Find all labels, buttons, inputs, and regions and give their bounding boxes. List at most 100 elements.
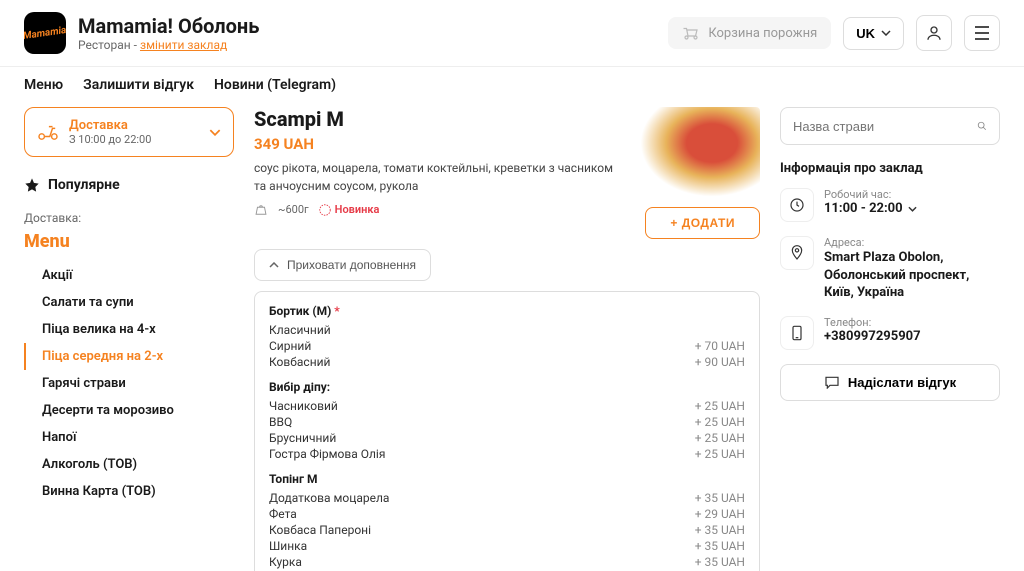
addon-price: + 70 UAH	[695, 339, 745, 353]
category-item[interactable]: Піца велика на 4-х	[24, 316, 234, 343]
addon-name: Фета	[269, 507, 297, 521]
feedback-label: Надіслати відгук	[848, 375, 956, 390]
nav-tabs: Меню Залишити відгук Новини (Telegram)	[0, 67, 1024, 107]
addon-group: Топінг M Додаткова моцарела + 35 UAH Фета +…	[269, 472, 745, 571]
new-icon	[319, 204, 331, 216]
cart-icon	[682, 25, 700, 41]
addon-price: + 25 UAH	[695, 431, 745, 445]
search-icon	[977, 118, 987, 134]
category-item[interactable]: Алкоголь (ТОВ)	[24, 451, 234, 478]
product-price: 349 UAH	[254, 135, 628, 153]
category-item[interactable]: Гарячі страви	[24, 370, 234, 397]
addon-price: + 29 UAH	[695, 507, 745, 521]
scooter-icon	[37, 123, 59, 141]
category-item[interactable]: Салати та супи	[24, 289, 234, 316]
menu-burger-button[interactable]	[964, 15, 1000, 51]
delivery-label: Доставка	[69, 118, 199, 133]
addon-option[interactable]: Фета + 29 UAH	[269, 506, 745, 522]
toggle-addons-label: Приховати доповнення	[287, 258, 416, 272]
search-box[interactable]	[780, 107, 1000, 145]
language-selector[interactable]: UK	[843, 17, 904, 50]
delivery-time: З 10:00 до 22:00	[69, 133, 199, 146]
weight-icon	[254, 204, 268, 216]
phone-icon-box	[780, 316, 814, 350]
addon-option[interactable]: Сирний + 70 UAH	[269, 338, 745, 354]
addon-name: Ковбаса Папероні	[269, 523, 371, 537]
cart-label: Корзина порожня	[708, 26, 817, 41]
search-input[interactable]	[793, 119, 969, 134]
addon-name: Часниковий	[269, 399, 338, 413]
category-item[interactable]: Десерти та морозиво	[24, 397, 234, 424]
addon-price: + 35 UAH	[695, 555, 745, 569]
phone-icon	[789, 325, 805, 341]
toggle-addons-button[interactable]: Приховати доповнення	[254, 249, 431, 281]
addon-option[interactable]: Часниковий + 25 UAH	[269, 398, 745, 414]
category-item[interactable]: Винна Карта (ТОВ)	[24, 478, 234, 505]
cart-button[interactable]: Корзина порожня	[668, 17, 831, 49]
addon-name: Гостра Фірмова Олія	[269, 447, 385, 461]
sidebar-delivery-label: Доставка:	[24, 211, 234, 225]
addon-name: Класичний	[269, 323, 331, 337]
subtitle-prefix: Ресторан -	[78, 38, 140, 52]
phone-value[interactable]: +380997295907	[824, 329, 921, 344]
chevron-down-icon	[908, 206, 917, 212]
popular-label: Популярне	[48, 177, 120, 193]
addon-option[interactable]: Ковбасний + 90 UAH	[269, 354, 745, 370]
addon-price: + 25 UAH	[695, 399, 745, 413]
send-feedback-button[interactable]: Надіслати відгук	[780, 364, 1000, 401]
addon-option[interactable]: Класичний	[269, 322, 745, 338]
addons-panel: Бортик (M) *КласичнийСирний+ 70 UAHКовба…	[254, 291, 760, 571]
category-list: АкціїСалати та супиПіца велика на 4-хПіц…	[24, 262, 234, 505]
addon-option[interactable]: Брусничний+ 25 UAH	[269, 430, 745, 446]
category-item[interactable]: Акції	[24, 262, 234, 289]
addon-option[interactable]: Гостра Фірмова Олія + 25 UAH	[269, 446, 745, 462]
clock-icon	[789, 197, 805, 213]
addon-name: Ковбасний	[269, 355, 330, 369]
addon-name: Додаткова моцарела	[269, 491, 389, 505]
restaurant-title: Mamamia! Оболонь	[78, 14, 656, 38]
star-icon	[24, 177, 40, 193]
address-label: Адреса:	[824, 236, 1000, 249]
change-restaurant-link[interactable]: змінити заклад	[140, 38, 227, 52]
restaurant-logo: Mamamia	[24, 12, 66, 54]
hours-value[interactable]: 11:00 - 22:00	[824, 201, 917, 216]
delivery-selector[interactable]: Доставка З 10:00 до 22:00	[24, 107, 234, 157]
category-item[interactable]: Піца середня на 2-х	[24, 343, 234, 370]
nav-menu[interactable]: Меню	[24, 77, 63, 93]
addon-option[interactable]: Шинка+ 35 UAH	[269, 538, 745, 554]
addon-name: Курка	[269, 555, 302, 569]
addon-name: Сирний	[269, 339, 311, 353]
pin-icon-box	[780, 236, 814, 270]
addon-price: + 35 UAH	[695, 539, 745, 553]
product-weight: ~600г	[278, 203, 309, 216]
add-to-cart-button[interactable]: + ДОДАТИ	[645, 207, 760, 239]
nav-review[interactable]: Залишити відгук	[83, 77, 194, 93]
phone-label: Телефон:	[824, 316, 921, 329]
addon-group: Вибір діпу: Часниковий+ 25 UAHBBQ+ 25 UA…	[269, 380, 745, 462]
chevron-down-icon	[209, 129, 221, 136]
profile-button[interactable]	[916, 15, 952, 51]
addon-option[interactable]: Додаткова моцарела + 35 UAH	[269, 490, 745, 506]
nav-news[interactable]: Новини (Telegram)	[214, 77, 336, 93]
address-value: Smart Plaza Obolon, Оболонський проспект…	[824, 249, 1000, 302]
menu-heading: Menu	[24, 231, 234, 252]
new-badge: Новинка	[319, 203, 380, 216]
addon-option[interactable]: Курка + 35 UAH	[269, 554, 745, 570]
addon-group: Бортик (M) *КласичнийСирний+ 70 UAHКовба…	[269, 304, 745, 370]
chevron-up-icon	[269, 262, 279, 268]
addon-price: + 25 UAH	[695, 447, 745, 461]
addon-price: + 35 UAH	[695, 491, 745, 505]
popular-link[interactable]: Популярне	[24, 177, 234, 193]
addon-option[interactable]: Ковбаса Папероні + 35 UAH	[269, 522, 745, 538]
title-block: Mamamia! Оболонь Ресторан - змінити закл…	[78, 14, 656, 52]
category-item[interactable]: Напої	[24, 424, 234, 451]
addon-heading: Топінг M	[269, 472, 745, 486]
product-description: соус рікота, моцарела, томати коктейльні…	[254, 159, 628, 195]
addon-heading: Вибір діпу:	[269, 380, 745, 394]
addon-price: + 90 UAH	[695, 355, 745, 369]
addon-price: + 35 UAH	[695, 523, 745, 537]
addon-option[interactable]: BBQ+ 25 UAH	[269, 414, 745, 430]
pin-icon	[789, 244, 805, 262]
restaurant-subtitle: Ресторан - змінити заклад	[78, 38, 656, 52]
chat-icon	[824, 375, 840, 389]
